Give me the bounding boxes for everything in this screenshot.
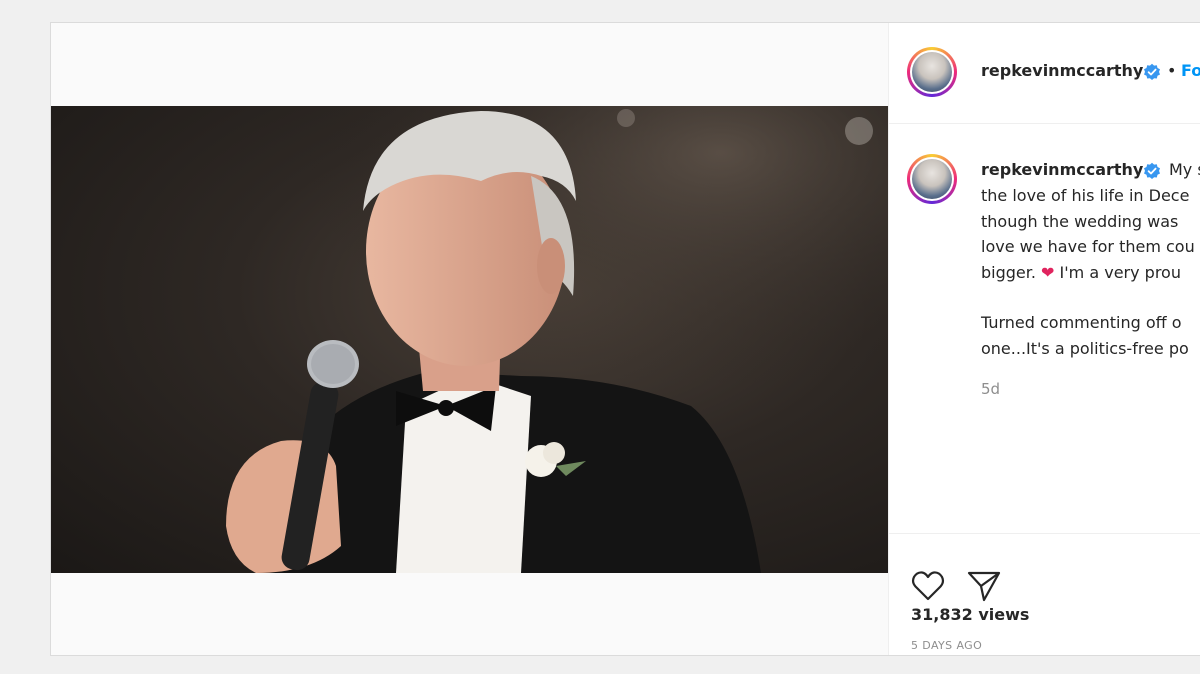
avatar[interactable] <box>907 47 957 97</box>
heart-icon[interactable] <box>911 570 945 602</box>
caption-text: the love of his life in Dece though the … <box>981 183 1200 361</box>
views-count[interactable]: 31,832 views <box>911 605 1029 624</box>
caption-line: one...It's a politics-free po <box>981 338 1189 358</box>
red-heart-emoji-icon: ❤ <box>1041 262 1055 282</box>
caption-verified-badge-icon <box>1144 162 1160 179</box>
video-frame-image <box>51 106 888 573</box>
header-username[interactable]: repkevinmccarthy <box>981 61 1143 80</box>
caption-username[interactable]: repkevinmccarthy <box>981 160 1143 179</box>
actions-section: 31,832 views 5 DAYS AGO <box>889 533 1200 655</box>
caption-line: the love of his life in Dece <box>981 186 1190 205</box>
post-media <box>51 23 888 655</box>
caption-line: bigger. ❤ I'm a very prou <box>981 260 1200 286</box>
instagram-post: repkevinmccarthy • Fo repkevinmccarthy M… <box>50 22 1200 656</box>
video-player[interactable] <box>51 106 888 573</box>
share-icon[interactable] <box>967 570 1001 602</box>
caption-line-part: I'm a very prou <box>1059 262 1181 282</box>
follow-button[interactable]: Fo <box>1181 61 1200 80</box>
verified-badge-icon <box>1144 63 1160 80</box>
caption-line: love we have for them cou <box>981 237 1195 256</box>
post-date[interactable]: 5 DAYS AGO <box>911 639 982 652</box>
caption-line: though the wedding was <box>981 211 1179 231</box>
caption-avatar[interactable] <box>907 154 957 204</box>
caption-text-start: My s <box>1169 160 1200 179</box>
post-header: repkevinmccarthy • Fo <box>889 23 1200 124</box>
post-sidebar: repkevinmccarthy • Fo repkevinmccarthy M… <box>888 23 1200 655</box>
caption-timestamp[interactable]: 5d <box>981 380 1000 398</box>
header-separator: • <box>1167 61 1177 80</box>
caption-line-part: bigger. <box>981 262 1036 282</box>
caption-line: Turned commenting off o <box>981 313 1182 332</box>
